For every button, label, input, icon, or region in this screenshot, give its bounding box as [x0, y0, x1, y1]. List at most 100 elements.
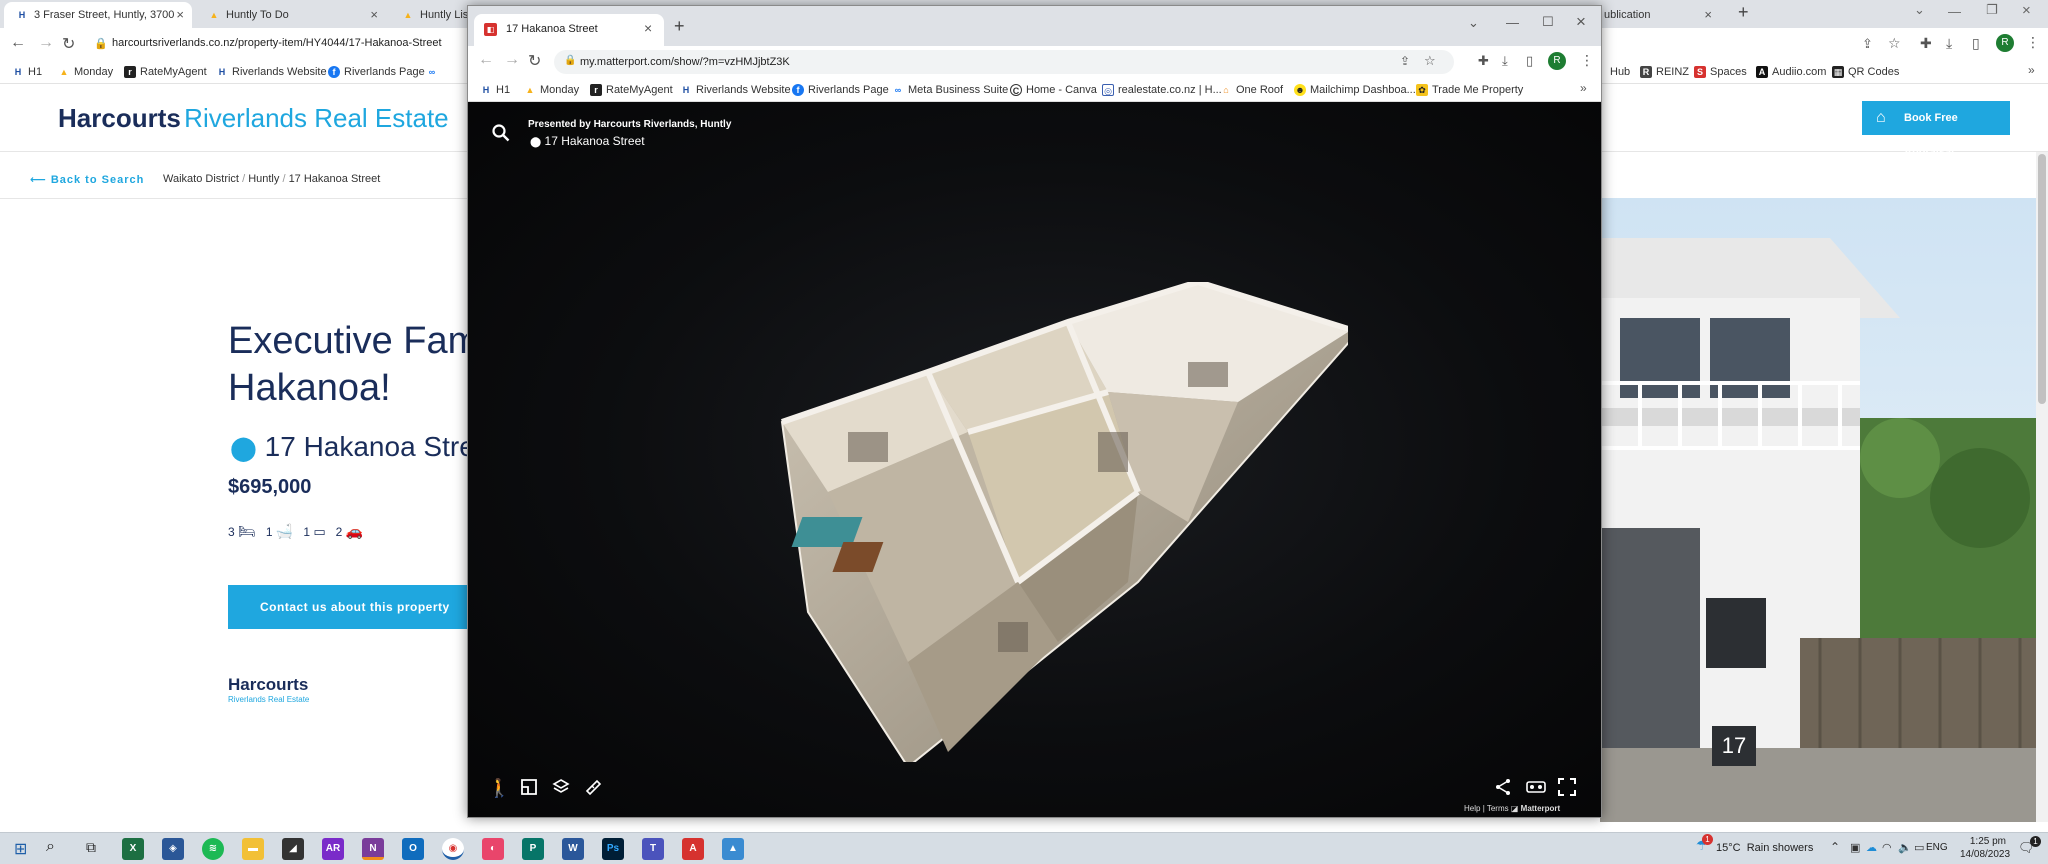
bookmark-h1[interactable]: H H1	[480, 82, 510, 98]
back-arrow-icon[interactable]: ←	[478, 51, 494, 69]
clock[interactable]: 1:25 pm 14/08/2023	[1960, 835, 2010, 861]
bookmark-hub[interactable]: Hub	[1610, 64, 1630, 80]
side-panel-icon[interactable]: ▯	[1526, 53, 1533, 69]
matterport-brand[interactable]: Matterport	[1521, 804, 1561, 813]
meet-now-icon[interactable]: ▣	[1850, 841, 1860, 854]
tab-search-chevron-icon[interactable]: ⌄	[1468, 15, 1479, 31]
page-scrollbar[interactable]	[2036, 152, 2048, 822]
excel-app-icon[interactable]: X	[122, 838, 144, 860]
language-indicator[interactable]: ENG	[1926, 842, 1948, 853]
close-tab-icon[interactable]: ×	[370, 2, 378, 28]
breadcrumb-district[interactable]: Waikato District	[163, 173, 239, 185]
new-tab-icon[interactable]: +	[1738, 2, 1749, 23]
image-viewer-app-icon[interactable]: ▲	[722, 838, 744, 860]
measure-icon[interactable]	[584, 778, 602, 801]
floorplan-icon[interactable]	[520, 778, 538, 801]
acrobat-app-icon[interactable]: A	[682, 838, 704, 860]
download-icon[interactable]: ⤓	[1946, 35, 1952, 52]
more-bookmarks-icon[interactable]: »	[1580, 81, 1587, 95]
word-app-icon[interactable]: W	[562, 838, 584, 860]
bookmark-audiio[interactable]: A Audiio.com	[1756, 64, 1826, 80]
share-icon[interactable]: ⇪	[1862, 36, 1873, 52]
menu-kebab-icon[interactable]: ⋮	[1580, 52, 1594, 69]
close-window-icon[interactable]: ×	[1576, 12, 1586, 32]
forward-arrow-icon[interactable]: →	[504, 51, 520, 69]
minimize-icon[interactable]: —	[1506, 15, 1519, 30]
profile-avatar[interactable]: R	[1996, 34, 2014, 52]
tab-publication[interactable]: ublication ×	[1600, 2, 1720, 28]
outlook-app-icon[interactable]: O	[402, 838, 424, 860]
extensions-icon[interactable]: ✚	[1920, 35, 1932, 52]
tab-huntly-to-do[interactable]: ▲ Huntly To Do ×	[196, 2, 386, 28]
fullscreen-icon[interactable]	[1558, 778, 1576, 801]
task-view-icon[interactable]: ⧉	[86, 839, 96, 856]
reload-icon[interactable]: ↻	[528, 51, 541, 71]
bookmark-ratemyagent[interactable]: r RateMyAgent	[590, 82, 673, 98]
floors-layers-icon[interactable]	[552, 778, 570, 801]
profile-avatar[interactable]: R	[1548, 52, 1566, 70]
close-tab-icon[interactable]: ×	[1704, 2, 1712, 28]
bookmark-mailchimp[interactable]: ☻ Mailchimp Dashboa...	[1294, 82, 1416, 98]
battery-icon[interactable]: ▭	[1914, 841, 1924, 854]
teams-app-icon[interactable]: T	[642, 838, 664, 860]
contact-button[interactable]: Contact us about this property	[228, 585, 468, 629]
onedrive-icon[interactable]: ☁	[1866, 841, 1877, 854]
menu-kebab-icon[interactable]: ⋮	[2026, 34, 2040, 51]
property-photo[interactable]: 17	[1600, 198, 2036, 822]
address-bar[interactable]: harcourtsriverlands.co.nz/property-item/…	[112, 37, 442, 49]
terms-link[interactable]: Terms	[1487, 804, 1509, 813]
side-panel-icon[interactable]: ▯	[1972, 35, 1980, 52]
dollhouse-model[interactable]	[768, 282, 1348, 762]
tab-fraser-street[interactable]: H 3 Fraser Street, Huntly, 3700 ×	[4, 2, 192, 28]
share-icon[interactable]	[1494, 778, 1512, 801]
bookmark-riverlands-page[interactable]: f Riverlands Page	[792, 82, 889, 98]
close-tab-icon[interactable]: ×	[644, 20, 652, 36]
restore-icon[interactable]: ❐	[1986, 2, 1998, 18]
bookmark-one-roof[interactable]: ⌂ One Roof	[1220, 82, 1283, 98]
spotify-app-icon[interactable]: ≋	[202, 838, 224, 860]
more-bookmarks-icon[interactable]: »	[2028, 63, 2035, 77]
search-icon[interactable]: ⌕	[46, 838, 55, 856]
star-icon[interactable]: ☆	[1424, 53, 1436, 69]
bookmark-monday[interactable]: ▲ Monday	[524, 82, 580, 98]
bookmark-meta-business-suite[interactable]: ∞ Meta Business Suite	[892, 82, 1009, 98]
tab-17-hakanoa-street[interactable]: ◧ 17 Hakanoa Street ×	[474, 14, 664, 46]
maximize-icon[interactable]: ☐	[1542, 14, 1554, 30]
extensions-icon[interactable]: ✚	[1478, 53, 1489, 69]
photos-app-icon[interactable]: ◐	[482, 838, 504, 860]
book-appraisal-button[interactable]: ⌂ Book Free Appraisal	[1862, 101, 2010, 158]
address-bar[interactable]: 🔒 my.matterport.com/show/?m=vzHMJjbtZ3K …	[554, 50, 1454, 74]
wifi-icon[interactable]: ◠	[1882, 841, 1892, 854]
bookmark-riverlands-website[interactable]: H Riverlands Website	[680, 82, 791, 98]
defender-app-icon[interactable]: ◈	[162, 838, 184, 860]
photoshop-app-icon[interactable]: Ps	[602, 838, 624, 860]
bookmark-riverlands-page[interactable]: f Riverlands Page	[328, 64, 425, 80]
chrome-app-icon[interactable]: ◉	[442, 838, 464, 860]
bookmark-riverlands-website[interactable]: H Riverlands Website	[216, 64, 327, 80]
star-icon[interactable]: ☆	[1888, 35, 1901, 52]
forward-arrow-icon[interactable]: →	[38, 34, 54, 52]
back-arrow-icon[interactable]: ←	[10, 34, 26, 52]
volume-icon[interactable]: 🔈	[1898, 841, 1912, 854]
minimize-icon[interactable]: —	[1948, 4, 1961, 19]
reload-icon[interactable]: ↻	[62, 34, 75, 54]
bookmark-spaces[interactable]: S Spaces	[1694, 64, 1747, 80]
bookmark-trade-me-property[interactable]: ✿ Trade Me Property	[1416, 82, 1523, 98]
search-icon[interactable]	[492, 124, 510, 147]
bookmark-qr-codes[interactable]: ▦ QR Codes	[1832, 64, 1899, 80]
breadcrumb-town[interactable]: Huntly	[248, 173, 279, 185]
close-tab-icon[interactable]: ×	[176, 2, 184, 28]
bookmark-h1[interactable]: H H1	[12, 64, 42, 80]
new-tab-icon[interactable]: +	[674, 16, 685, 37]
publisher-app-icon[interactable]: P	[522, 838, 544, 860]
chevron-up-icon[interactable]: ⌃	[1830, 840, 1840, 854]
weather-text[interactable]: 15°C Rain showers	[1716, 842, 1813, 854]
onenote-app-icon[interactable]: N	[362, 838, 384, 860]
share-icon[interactable]: ⇪	[1400, 54, 1410, 68]
scrollbar-thumb[interactable]	[2038, 154, 2046, 404]
bookmark-realestate-co-nz[interactable]: ◎ realestate.co.nz | H...	[1102, 82, 1222, 98]
sticky-app-icon[interactable]: ◢	[282, 838, 304, 860]
download-icon[interactable]: ⤓	[1502, 53, 1508, 69]
back-to-search-link[interactable]: ⟵ Back to Search	[30, 173, 144, 186]
site-logo[interactable]: Harcourts Riverlands Real Estate	[58, 103, 449, 134]
